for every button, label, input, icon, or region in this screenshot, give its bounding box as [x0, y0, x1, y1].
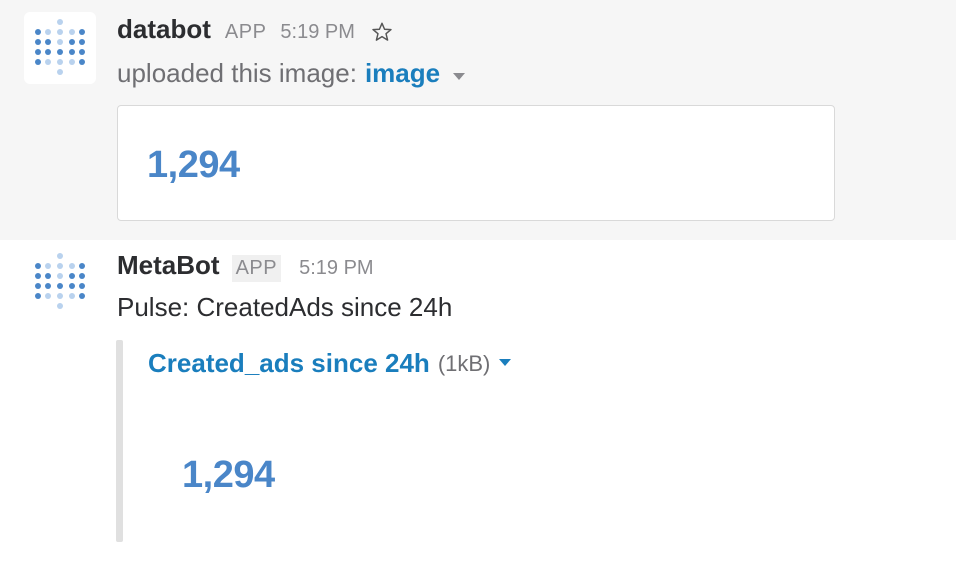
preview-value: 1,294 — [147, 144, 240, 186]
star-icon[interactable] — [371, 21, 393, 48]
app-badge: APP — [231, 255, 282, 282]
metabot-avatar[interactable] — [24, 246, 96, 318]
message-header: MetaBot APP 5:19 PM — [117, 250, 374, 290]
sender-name[interactable]: databot — [117, 14, 211, 45]
timestamp[interactable]: 5:19 PM — [280, 21, 354, 44]
caret-down-icon[interactable] — [452, 58, 466, 89]
metabase-logo-icon — [35, 19, 85, 75]
databot-avatar[interactable] — [24, 12, 96, 84]
file-link[interactable]: image — [365, 58, 440, 89]
upload-prefix: uploaded this image: — [117, 58, 357, 88]
attachment-link[interactable]: Created_ads since 24h — [148, 348, 430, 379]
attachment-size: (1kB) — [437, 350, 491, 376]
app-badge: APP — [224, 21, 267, 43]
image-preview[interactable]: 1,294 — [117, 105, 835, 221]
message-databot: databot APP 5:19 PM uploaded this image:… — [0, 0, 956, 240]
upload-line: uploaded this image: image — [117, 58, 466, 89]
timestamp[interactable]: 5:19 PM — [299, 257, 373, 280]
attachment-title-row: Created_ads since 24h (1kB) — [148, 348, 512, 379]
sender-name[interactable]: MetaBot — [117, 250, 220, 281]
attachment-value: 1,294 — [182, 454, 275, 496]
caret-down-icon[interactable] — [498, 355, 512, 373]
attachment-bar — [116, 340, 123, 542]
message-text: Pulse: CreatedAds since 24h — [117, 292, 453, 322]
message-header: databot APP 5:19 PM — [117, 14, 393, 54]
metabase-logo-icon — [35, 253, 85, 309]
